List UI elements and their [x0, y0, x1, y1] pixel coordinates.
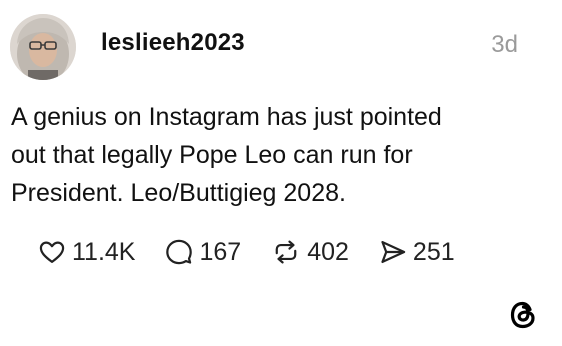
like-count: 11.4K — [72, 237, 136, 266]
share-button[interactable]: 251 — [379, 238, 455, 267]
reply-count: 167 — [199, 237, 242, 266]
like-button[interactable]: 11.4K — [38, 238, 135, 267]
avatar-image — [10, 14, 76, 80]
speech-bubble-icon — [166, 239, 193, 265]
reply-button[interactable]: 167 — [165, 238, 241, 267]
share-count: 251 — [412, 237, 455, 266]
threads-logo-icon[interactable] — [506, 298, 540, 332]
threads-logo-glyph — [510, 301, 535, 329]
heart-icon — [39, 241, 65, 264]
post-text: A genius on Instagram has just pointed o… — [11, 103, 442, 207]
avatar[interactable] — [10, 14, 76, 80]
repost-icon — [275, 240, 297, 264]
username[interactable]: leslieeh2023 — [101, 29, 245, 57]
repost-count: 402 — [307, 237, 349, 266]
repost-button[interactable]: 402 — [271, 238, 349, 267]
post-timestamp: 3d — [491, 31, 518, 58]
post-actions: 11.4K 167 402 251 — [38, 232, 485, 272]
send-icon — [381, 240, 406, 264]
